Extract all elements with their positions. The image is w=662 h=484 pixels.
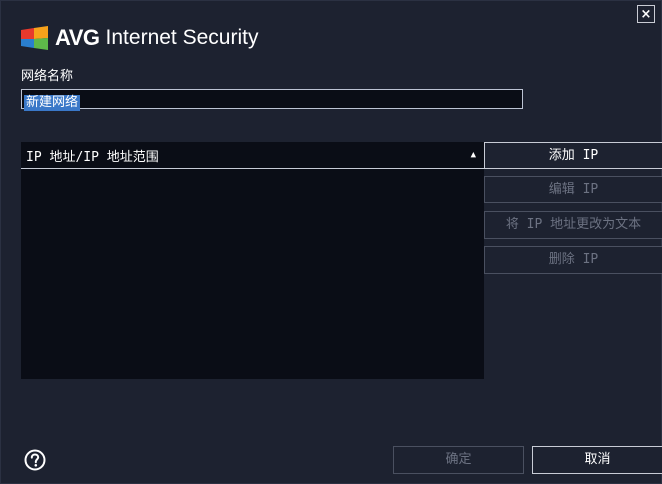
network-name-input[interactable]: 新建网络 — [21, 89, 523, 111]
ip-address-list[interactable]: IP 地址/IP 地址范围 ▲ — [21, 142, 484, 379]
avg-logo-icon — [21, 26, 48, 50]
network-name-label: 网络名称 — [21, 69, 74, 84]
ip-column-header-label: IP 地址/IP 地址范围 — [26, 149, 159, 165]
close-icon: × — [640, 7, 652, 22]
delete-ip-button[interactable]: 删除 IP — [484, 246, 662, 274]
network-name-value: 新建网络 — [24, 95, 81, 111]
change-ip-to-text-button[interactable]: 将 IP 地址更改为文本 — [484, 211, 662, 239]
close-button[interactable]: × — [637, 5, 655, 23]
ip-column-header[interactable]: IP 地址/IP 地址范围 ▲ — [21, 142, 484, 169]
logo-brand: AVG — [55, 25, 100, 50]
edit-ip-button[interactable]: 编辑 IP — [484, 176, 662, 203]
app-logo: AVG Internet Security — [21, 23, 258, 53]
help-icon[interactable] — [24, 449, 46, 471]
sort-ascending-icon: ▲ — [470, 150, 476, 160]
add-ip-button[interactable]: 添加 IP — [484, 142, 662, 169]
logo-product: Internet Security — [105, 26, 259, 49]
avg-network-dialog: × AVG Internet Security 网络名称 新建网络 IP 地址/… — [0, 0, 662, 484]
ok-button[interactable]: 确定 — [393, 446, 524, 474]
cancel-button[interactable]: 取消 — [532, 446, 662, 474]
